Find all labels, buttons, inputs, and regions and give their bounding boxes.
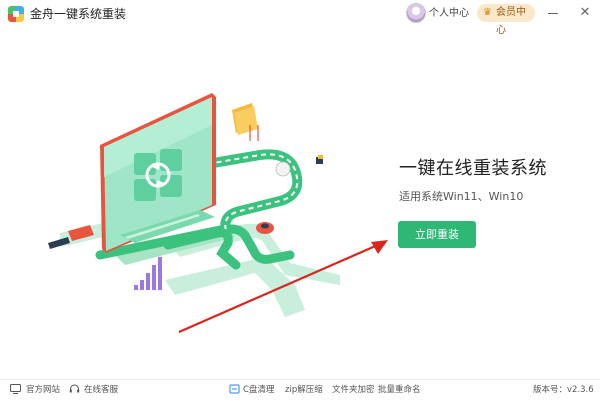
minimize-icon[interactable]: [544, 4, 562, 22]
c-drive-clean-link[interactable]: C盘清理: [243, 384, 274, 396]
folder-encrypt-link[interactable]: 文件夹加密: [332, 384, 375, 396]
vip-center-button[interactable]: ♛ 会员中心: [477, 4, 535, 36]
batch-rename-link[interactable]: 批量重命名: [378, 384, 421, 396]
footer-bar: 官方网站 在线客服 C盘清理 zip解压缩 文件夹加密 批量重命名 版本号：v2…: [0, 379, 600, 401]
close-icon[interactable]: ✕: [576, 4, 594, 22]
app-logo-icon: [8, 6, 24, 22]
vip-center-label: 会员中心: [496, 7, 526, 36]
user-center-link[interactable]: 个人中心: [429, 7, 469, 21]
zip-tool-link[interactable]: zip解压缩: [285, 384, 323, 396]
red-arrow-annotation: [178, 240, 388, 334]
version-text: 版本号：v2.3.6: [533, 385, 594, 395]
compatible-systems-text: 适用系统Win11、Win10: [399, 190, 524, 203]
avatar[interactable]: [406, 3, 426, 23]
reinstall-now-button[interactable]: 立即重装: [398, 221, 476, 248]
official-site-link[interactable]: 官方网站: [26, 384, 60, 396]
online-support-link[interactable]: 在线客服: [84, 384, 118, 396]
headline: 一键在线重装系统: [399, 158, 547, 179]
crown-icon: ♛: [483, 7, 492, 18]
title-bar: 金舟一键系统重装 个人中心 ♛ 会员中心 ✕: [0, 0, 600, 36]
disk-clean-icon: [229, 384, 240, 394]
app-title: 金舟一键系统重装: [30, 7, 127, 21]
monitor-icon: [10, 384, 21, 394]
headset-icon: [69, 384, 80, 393]
